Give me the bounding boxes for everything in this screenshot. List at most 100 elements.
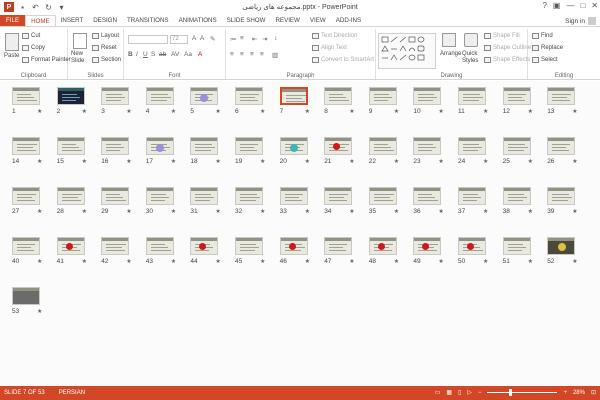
slide-thumbnail-cell[interactable]: 17 ★: [144, 137, 176, 165]
section-button[interactable]: Section: [92, 57, 121, 63]
align-left-icon[interactable]: ≡: [230, 51, 234, 58]
zoom-level[interactable]: 28%: [573, 390, 585, 396]
slide-thumbnail[interactable]: [279, 137, 308, 155]
slide-thumbnail-cell[interactable]: 39 ★: [545, 187, 578, 215]
slide-thumbnail-cell[interactable]: 45 ★: [233, 237, 265, 265]
transition-star-icon[interactable]: ★: [349, 158, 354, 165]
transition-star-icon[interactable]: ★: [171, 158, 176, 165]
italic-icon[interactable]: I: [136, 51, 138, 58]
slide-thumbnail-cell[interactable]: 23 ★: [411, 137, 444, 165]
transition-star-icon[interactable]: ★: [305, 158, 310, 165]
shrink-font-icon[interactable]: A: [200, 35, 204, 42]
fit-window-icon[interactable]: ⊡: [591, 389, 596, 396]
slide-thumbnail[interactable]: [190, 237, 219, 255]
slide-thumbnail[interactable]: [145, 237, 174, 255]
transition-star-icon[interactable]: ★: [528, 258, 533, 265]
align-right-icon[interactable]: ≡: [250, 51, 254, 58]
shape-fill-button[interactable]: Shape Fill: [484, 33, 520, 39]
quick-styles-button[interactable]: Quick Styles: [462, 51, 486, 65]
transition-star-icon[interactable]: ★: [82, 158, 87, 165]
replace-button[interactable]: Replace: [532, 45, 563, 51]
slide-thumbnail-cell[interactable]: 31 ★: [188, 187, 221, 215]
columns-icon[interactable]: ▥: [272, 51, 278, 59]
transition-star-icon[interactable]: ★: [572, 158, 577, 165]
transition-star-icon[interactable]: ★: [394, 258, 399, 265]
transition-star-icon[interactable]: ★: [37, 158, 42, 165]
font-name-field[interactable]: [128, 35, 168, 44]
zoom-slider[interactable]: [487, 389, 558, 396]
slide-thumbnail[interactable]: [235, 137, 263, 155]
text-direction-button[interactable]: Text Direction: [312, 33, 357, 39]
slide-thumbnail[interactable]: [101, 137, 130, 155]
slide-thumbnail[interactable]: [279, 187, 308, 205]
clear-format-icon[interactable]: ✎: [210, 35, 215, 43]
font-size-field[interactable]: 72: [170, 35, 188, 44]
slide-thumbnail-cell[interactable]: 53 ★: [10, 287, 42, 315]
slide-thumbnail-cell[interactable]: 41 ★: [55, 237, 87, 265]
slide-thumbnail[interactable]: [56, 237, 85, 255]
line-spacing-icon[interactable]: ↕: [274, 35, 277, 42]
align-center-icon[interactable]: ≡: [240, 51, 244, 58]
quick-styles-icon[interactable]: [464, 33, 478, 47]
slide-thumbnail-cell[interactable]: 38 ★: [501, 187, 533, 215]
slide-thumbnail[interactable]: [101, 187, 130, 205]
slide-thumbnail-cell[interactable]: 29 ★: [99, 187, 132, 215]
slide-thumbnail-cell[interactable]: 40 ★: [10, 237, 42, 265]
transition-star-icon[interactable]: ★: [126, 158, 131, 165]
slide-thumbnail[interactable]: [12, 187, 40, 205]
slide-thumbnail-cell[interactable]: 27 ★: [10, 187, 42, 215]
slide-thumbnail[interactable]: [56, 87, 85, 105]
slide-thumbnail[interactable]: [458, 187, 486, 205]
slide-thumbnail[interactable]: [324, 137, 353, 155]
slide-thumbnail[interactable]: [413, 87, 442, 105]
slide-thumbnail-cell[interactable]: 42 ★: [99, 237, 132, 265]
slide-thumbnail[interactable]: [145, 187, 174, 205]
tab-transitions[interactable]: TRANSITIONS: [122, 15, 174, 26]
slide-thumbnail-cell[interactable]: 8 ★: [322, 87, 355, 115]
transition-star-icon[interactable]: ★: [171, 258, 176, 265]
decrease-indent-icon[interactable]: ⇤: [252, 35, 257, 43]
slide-thumbnail-cell[interactable]: 25 ★: [501, 137, 533, 165]
tab-file[interactable]: FILE: [0, 15, 26, 26]
maximize-icon[interactable]: □: [580, 1, 585, 10]
shadow-icon[interactable]: S: [151, 51, 155, 58]
slide-thumbnail[interactable]: [547, 187, 576, 205]
transition-star-icon[interactable]: ★: [37, 258, 42, 265]
minimize-icon[interactable]: —: [566, 1, 574, 10]
change-case-icon[interactable]: Aa: [184, 51, 192, 58]
slide-thumbnail[interactable]: [413, 137, 442, 155]
transition-star-icon[interactable]: ★: [305, 258, 310, 265]
slide-thumbnail-cell[interactable]: 18 ★: [188, 137, 221, 165]
slide-thumbnail-cell[interactable]: 33 ★: [278, 187, 310, 215]
tab-slide-show[interactable]: SLIDE SHOW: [222, 15, 271, 26]
shape-outline-button[interactable]: Shape Outline: [484, 45, 531, 51]
slide-thumbnail-cell[interactable]: 37 ★: [456, 187, 488, 215]
slide-thumbnail-cell[interactable]: 3 ★: [99, 87, 132, 115]
slide-thumbnail[interactable]: [547, 137, 576, 155]
transition-star-icon[interactable]: ★: [37, 108, 42, 115]
tab-design[interactable]: DESIGN: [88, 15, 122, 26]
slide-thumbnail-cell[interactable]: 32 ★: [233, 187, 265, 215]
grow-font-icon[interactable]: A: [192, 35, 196, 42]
tab-animations[interactable]: ANIMATIONS: [174, 15, 222, 26]
transition-star-icon[interactable]: ★: [305, 208, 310, 215]
justify-icon[interactable]: ≡: [260, 51, 264, 58]
select-button[interactable]: Select: [532, 57, 558, 63]
slide-thumbnail[interactable]: [56, 137, 85, 155]
arrange-button[interactable]: Arrange: [440, 51, 461, 57]
shapes-gallery[interactable]: [378, 33, 436, 69]
transition-star-icon[interactable]: ★: [82, 258, 87, 265]
slide-thumbnail[interactable]: [502, 87, 531, 105]
underline-icon[interactable]: U: [143, 51, 148, 58]
tab-home[interactable]: HOME: [25, 15, 56, 26]
zoom-out-icon[interactable]: −: [478, 390, 482, 396]
slide-thumbnail-cell[interactable]: 50 ★: [456, 237, 488, 265]
slide-thumbnail[interactable]: [56, 187, 85, 205]
transition-star-icon[interactable]: ★: [572, 108, 577, 115]
slide-thumbnail[interactable]: [190, 87, 219, 105]
slide-thumbnail[interactable]: [145, 137, 174, 155]
slide-thumbnail-cell[interactable]: 2 ★: [55, 87, 87, 115]
increase-indent-icon[interactable]: ⇥: [262, 35, 267, 43]
transition-star-icon[interactable]: ★: [260, 258, 265, 265]
convert-smartart-button[interactable]: Convert to SmartArt: [312, 57, 374, 63]
